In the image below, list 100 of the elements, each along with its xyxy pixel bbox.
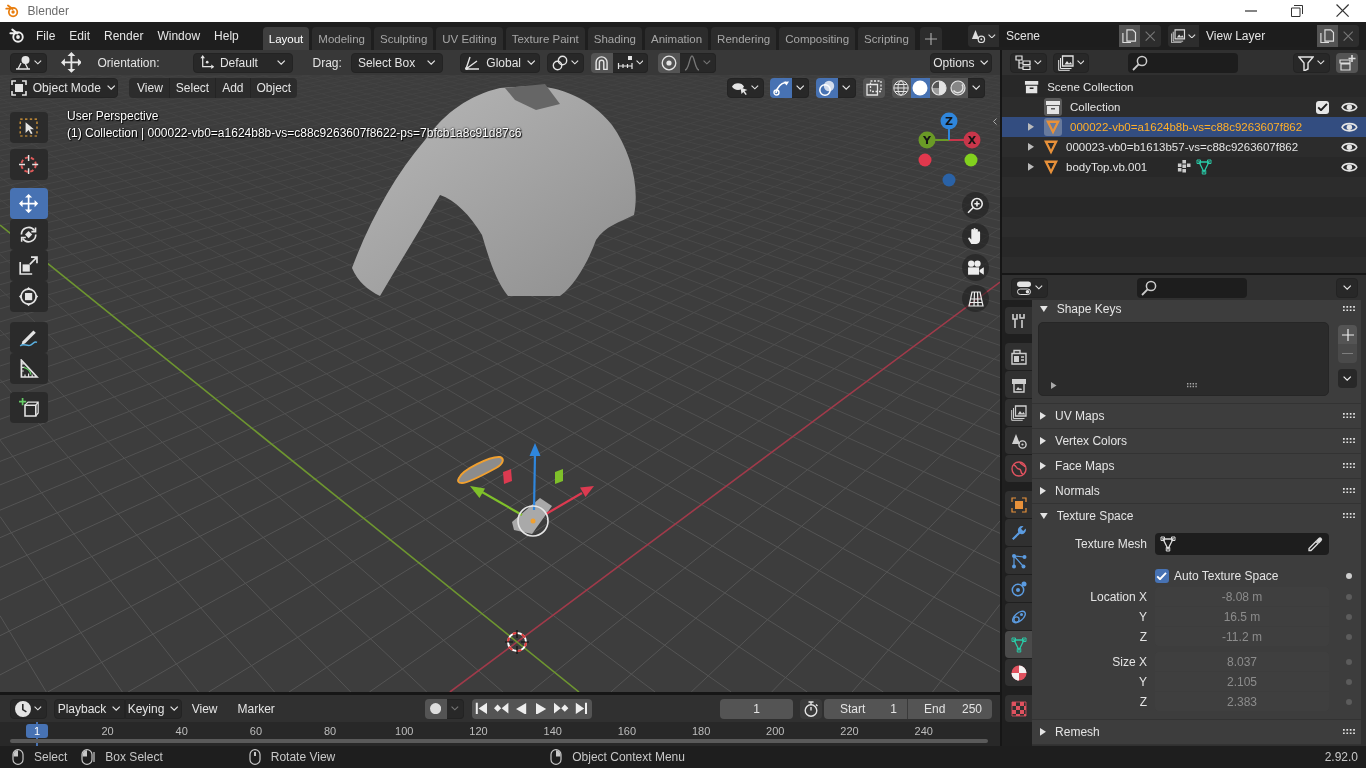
properties-tab[interactable] bbox=[1005, 491, 1032, 518]
properties-tab[interactable] bbox=[1005, 307, 1032, 334]
search-field[interactable] bbox=[1136, 277, 1247, 298]
workspace-tab[interactable]: Texture Paint bbox=[505, 27, 585, 50]
preview-range-toggle[interactable] bbox=[800, 698, 822, 719]
shading-button[interactable] bbox=[891, 77, 911, 98]
menu-item[interactable]: View bbox=[129, 77, 169, 98]
tool-button[interactable] bbox=[10, 281, 48, 312]
axis-dot[interactable] bbox=[942, 173, 956, 187]
drag-dropdown[interactable]: Select Box bbox=[350, 52, 443, 73]
tool-button[interactable] bbox=[10, 353, 48, 384]
properties-tab[interactable] bbox=[1005, 371, 1032, 398]
overlay-toggle[interactable] bbox=[816, 77, 839, 98]
overlay-dropdown[interactable] bbox=[838, 77, 856, 98]
start-frame-field[interactable]: Start 1 bbox=[824, 698, 908, 719]
workspace-tab[interactable]: Sculpting bbox=[373, 27, 434, 50]
mode-dropdown[interactable]: Object Mode bbox=[10, 77, 118, 98]
eye-icon[interactable] bbox=[1341, 101, 1358, 113]
orientation-dropdown[interactable]: Default bbox=[192, 52, 293, 73]
search-field[interactable] bbox=[1128, 52, 1239, 73]
texture-mesh-field[interactable] bbox=[1155, 533, 1329, 555]
workspace-tab[interactable]: Compositing bbox=[779, 27, 856, 50]
panel-header[interactable]: Texture Space bbox=[1032, 504, 1361, 528]
filter-view-dropdown[interactable] bbox=[1052, 52, 1090, 73]
axis-dot[interactable] bbox=[918, 153, 932, 167]
gizmo-toggle[interactable] bbox=[769, 77, 792, 98]
snap-target-dropdown[interactable] bbox=[612, 52, 649, 73]
playhead-marker[interactable]: 1 bbox=[26, 724, 48, 738]
eye-icon[interactable] bbox=[1341, 121, 1358, 133]
panel-header[interactable]: Vertex Colors bbox=[1032, 429, 1361, 453]
panel-header[interactable]: Face Maps bbox=[1032, 454, 1361, 478]
workspace-tab[interactable]: UV Editing bbox=[436, 27, 503, 50]
tool-button[interactable] bbox=[10, 149, 48, 180]
menu-item[interactable]: Window bbox=[150, 25, 208, 47]
workspace-tab[interactable]: Rendering bbox=[711, 27, 777, 50]
workspace-tab[interactable]: Layout bbox=[262, 27, 310, 50]
menu-item[interactable]: Select bbox=[168, 77, 216, 98]
eye-icon[interactable] bbox=[1341, 161, 1358, 173]
panel-header[interactable]: Normals bbox=[1032, 479, 1361, 503]
scrollbar[interactable] bbox=[10, 739, 988, 743]
properties-tab[interactable] bbox=[1005, 427, 1032, 454]
eyedropper-icon[interactable] bbox=[1307, 536, 1323, 552]
axis-ball[interactable]: Y bbox=[918, 131, 936, 149]
current-frame-field[interactable]: 1 bbox=[720, 698, 793, 719]
display-mode-dropdown[interactable] bbox=[1010, 52, 1047, 73]
menu-item[interactable]: Add bbox=[215, 77, 250, 98]
scene-browse-button[interactable] bbox=[968, 25, 999, 47]
menu-item[interactable]: View bbox=[181, 698, 228, 719]
properties-tab[interactable] bbox=[1005, 399, 1032, 426]
tool-button[interactable] bbox=[10, 392, 48, 423]
workspace-tab[interactable]: Shading bbox=[587, 27, 642, 50]
axis-ball[interactable]: Z bbox=[940, 112, 958, 130]
chevron-left-icon[interactable] bbox=[993, 118, 997, 125]
editor-type-dropdown[interactable] bbox=[1011, 277, 1048, 298]
options-dropdown[interactable] bbox=[1336, 277, 1358, 298]
filter-dropdown[interactable] bbox=[1293, 52, 1330, 73]
workspace-tab[interactable]: Animation bbox=[644, 27, 709, 50]
proportional-editing-toggle[interactable] bbox=[658, 52, 681, 73]
eye-icon[interactable] bbox=[1341, 141, 1358, 153]
falloff-dropdown[interactable] bbox=[680, 52, 716, 73]
outliner-item[interactable]: bodyTop.vb.001 bbox=[1002, 157, 1366, 177]
outliner-item[interactable]: 000023-vb0=b1613b57-vs=c88c9263607f862 bbox=[1002, 137, 1366, 157]
menu-item[interactable]: Help bbox=[207, 25, 246, 47]
pan-button[interactable] bbox=[962, 223, 989, 250]
editor-type-dropdown[interactable] bbox=[10, 698, 47, 719]
outliner-item[interactable]: 000022-vb0=a1624b8b-vs=c88c9263607f862 bbox=[1002, 117, 1366, 137]
pivot-dropdown[interactable] bbox=[10, 52, 47, 73]
xray-toggle[interactable] bbox=[862, 77, 885, 98]
workspace-tab[interactable]: Scripting bbox=[858, 27, 915, 50]
checkbox[interactable] bbox=[1155, 569, 1169, 583]
menu-item[interactable]: Marker bbox=[227, 698, 285, 719]
menu-dropdown[interactable]: Playback bbox=[53, 698, 125, 719]
tool-button[interactable] bbox=[10, 322, 48, 353]
axis-dot[interactable] bbox=[964, 153, 978, 167]
new-collection-button[interactable] bbox=[1336, 52, 1358, 73]
view-layer-name-field[interactable]: View Layer bbox=[1199, 25, 1317, 47]
workspace-tab[interactable]: Modeling bbox=[312, 27, 371, 50]
snap-toggle[interactable] bbox=[590, 52, 613, 73]
outliner-item[interactable]: Scene Collection bbox=[1002, 77, 1366, 97]
copy-button[interactable] bbox=[1119, 25, 1140, 47]
auto-keying-toggle[interactable] bbox=[424, 698, 447, 719]
menu-dropdown[interactable]: Keying bbox=[124, 698, 182, 719]
panel-header[interactable]: Shape Keys bbox=[1032, 300, 1361, 318]
projection-toggle-button[interactable] bbox=[962, 285, 989, 312]
specials-dropdown[interactable] bbox=[1338, 369, 1357, 388]
tool-button[interactable] bbox=[10, 219, 48, 250]
options-dropdown[interactable]: Options bbox=[930, 52, 992, 73]
menu-item[interactable]: Edit bbox=[62, 25, 98, 47]
outliner-item[interactable]: Collection bbox=[1002, 97, 1366, 117]
menu-item[interactable]: Render bbox=[97, 25, 151, 47]
add-workspace-button[interactable] bbox=[919, 27, 942, 50]
end-frame-field[interactable]: End 250 bbox=[908, 698, 992, 719]
tool-button[interactable] bbox=[10, 188, 48, 219]
properties-tab[interactable] bbox=[1005, 659, 1032, 686]
menu-item[interactable]: File bbox=[29, 25, 63, 47]
copy-button[interactable] bbox=[1317, 25, 1338, 47]
checkbox[interactable] bbox=[1316, 100, 1330, 114]
panel-header[interactable]: Remesh bbox=[1032, 720, 1361, 744]
camera-view-button[interactable] bbox=[962, 254, 989, 281]
add-shape-key-button[interactable] bbox=[1338, 325, 1357, 344]
